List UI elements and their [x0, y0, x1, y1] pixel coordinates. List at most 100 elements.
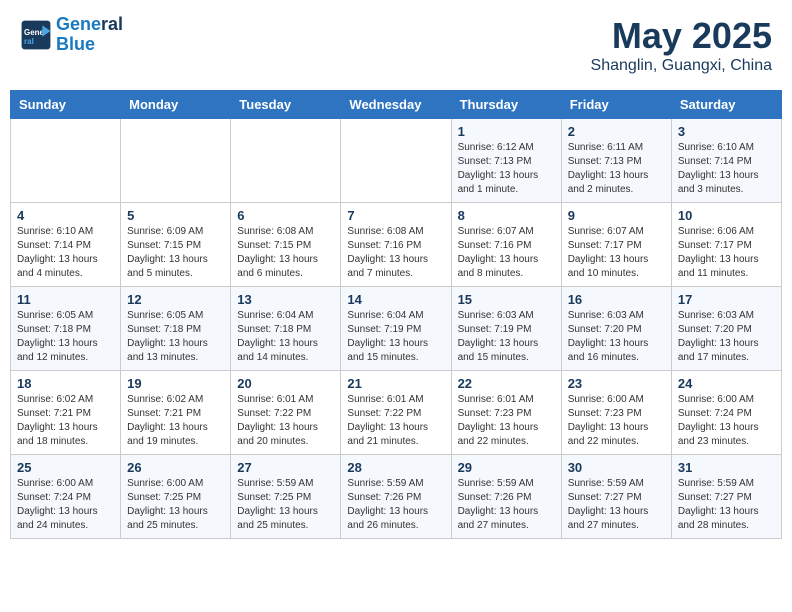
day-number: 3 [678, 124, 775, 139]
cell-text: Sunrise: 5:59 AM Sunset: 7:27 PM Dayligh… [568, 477, 665, 533]
day-number: 26 [127, 460, 224, 475]
calendar-week-row: 4 Sunrise: 6:10 AM Sunset: 7:14 PM Daylig… [11, 203, 782, 287]
day-number: 28 [347, 460, 444, 475]
cell-text: Sunrise: 6:12 AM Sunset: 7:13 PM Dayligh… [458, 141, 555, 197]
calendar-cell: 7 Sunrise: 6:08 AM Sunset: 7:16 PM Daylig… [341, 203, 451, 287]
location: Shanglin, Guangxi, China [591, 57, 772, 75]
calendar-cell: 5Sunrise: 6:09 AM Sunset: 7:15 PM Daylig… [121, 203, 231, 287]
calendar-cell: 3 Sunrise: 6:10 AM Sunset: 7:14 PM Daylig… [671, 119, 781, 203]
calendar-cell: 8 Sunrise: 6:07 AM Sunset: 7:16 PM Daylig… [451, 203, 561, 287]
day-number: 6 [237, 208, 334, 223]
cell-text: Sunrise: 5:59 AM Sunset: 7:26 PM Dayligh… [347, 477, 444, 533]
day-number: 20 [237, 376, 334, 391]
calendar-cell: 31 Sunrise: 5:59 AM Sunset: 7:27 PM Dayli… [671, 455, 781, 539]
calendar-cell: 27 Sunrise: 5:59 AM Sunset: 7:25 PM Dayli… [231, 455, 341, 539]
calendar-week-row: 11 Sunrise: 6:05 AM Sunset: 7:18 PM Dayli… [11, 287, 782, 371]
calendar-cell: 22Sunrise: 6:01 AM Sunset: 7:23 PM Dayli… [451, 371, 561, 455]
cell-text: Sunrise: 6:00 AM Sunset: 7:23 PM Dayligh… [568, 393, 665, 449]
cell-text: Sunrise: 6:10 AM Sunset: 7:14 PM Dayligh… [678, 141, 775, 197]
day-number: 27 [237, 460, 334, 475]
calendar-cell: 18Sunrise: 6:02 AM Sunset: 7:21 PM Dayli… [11, 371, 121, 455]
weekday-header-monday: Monday [121, 91, 231, 119]
day-number: 15 [458, 292, 555, 307]
calendar-cell [341, 119, 451, 203]
weekday-header-tuesday: Tuesday [231, 91, 341, 119]
cell-text: Sunrise: 6:03 AM Sunset: 7:20 PM Dayligh… [678, 309, 775, 365]
cell-text: Sunrise: 6:06 AM Sunset: 7:17 PM Dayligh… [678, 225, 775, 281]
day-number: 11 [17, 292, 114, 307]
day-number: 10 [678, 208, 775, 223]
cell-text: Sunrise: 6:01 AM Sunset: 7:22 PM Dayligh… [347, 393, 444, 449]
calendar-week-row: 25Sunrise: 6:00 AM Sunset: 7:24 PM Dayli… [11, 455, 782, 539]
day-number: 24 [678, 376, 775, 391]
calendar-cell [121, 119, 231, 203]
day-number: 23 [568, 376, 665, 391]
calendar-cell: 29Sunrise: 5:59 AM Sunset: 7:26 PM Dayli… [451, 455, 561, 539]
day-number: 13 [237, 292, 334, 307]
cell-text: Sunrise: 6:02 AM Sunset: 7:21 PM Dayligh… [127, 393, 224, 449]
cell-text: Sunrise: 6:03 AM Sunset: 7:19 PM Dayligh… [458, 309, 555, 365]
day-number: 17 [678, 292, 775, 307]
calendar-cell [231, 119, 341, 203]
cell-text: Sunrise: 5:59 AM Sunset: 7:26 PM Dayligh… [458, 477, 555, 533]
calendar-cell: 11 Sunrise: 6:05 AM Sunset: 7:18 PM Dayli… [11, 287, 121, 371]
cell-text: Sunrise: 6:09 AM Sunset: 7:15 PM Dayligh… [127, 225, 224, 281]
cell-text: Sunrise: 6:04 AM Sunset: 7:18 PM Dayligh… [237, 309, 334, 365]
calendar-cell: 17 Sunrise: 6:03 AM Sunset: 7:20 PM Dayli… [671, 287, 781, 371]
calendar-cell: 24Sunrise: 6:00 AM Sunset: 7:24 PM Dayli… [671, 371, 781, 455]
calendar-cell: 26Sunrise: 6:00 AM Sunset: 7:25 PM Dayli… [121, 455, 231, 539]
calendar-week-row: 1 Sunrise: 6:12 AM Sunset: 7:13 PM Daylig… [11, 119, 782, 203]
day-number: 30 [568, 460, 665, 475]
cell-text: Sunrise: 6:08 AM Sunset: 7:16 PM Dayligh… [347, 225, 444, 281]
calendar-cell: 19 Sunrise: 6:02 AM Sunset: 7:21 PM Dayli… [121, 371, 231, 455]
cell-text: Sunrise: 6:05 AM Sunset: 7:18 PM Dayligh… [127, 309, 224, 365]
cell-text: Sunrise: 6:08 AM Sunset: 7:15 PM Dayligh… [237, 225, 334, 281]
day-number: 22 [458, 376, 555, 391]
day-number: 31 [678, 460, 775, 475]
day-number: 1 [458, 124, 555, 139]
svg-text:ral: ral [24, 37, 34, 46]
weekday-header-saturday: Saturday [671, 91, 781, 119]
logo: Gene- ral GeneralBlue [20, 15, 123, 55]
calendar-cell: 20 Sunrise: 6:01 AM Sunset: 7:22 PM Dayli… [231, 371, 341, 455]
cell-text: Sunrise: 6:11 AM Sunset: 7:13 PM Dayligh… [568, 141, 665, 197]
cell-text: Sunrise: 6:03 AM Sunset: 7:20 PM Dayligh… [568, 309, 665, 365]
calendar-cell: 23 Sunrise: 6:00 AM Sunset: 7:23 PM Dayli… [561, 371, 671, 455]
day-number: 9 [568, 208, 665, 223]
cell-text: Sunrise: 6:04 AM Sunset: 7:19 PM Dayligh… [347, 309, 444, 365]
calendar-cell: 14 Sunrise: 6:04 AM Sunset: 7:19 PM Dayli… [341, 287, 451, 371]
title-section: May 2025 Shanglin, Guangxi, China [591, 15, 772, 75]
calendar-cell: 15 Sunrise: 6:03 AM Sunset: 7:19 PM Dayli… [451, 287, 561, 371]
cell-text: Sunrise: 6:10 AM Sunset: 7:14 PM Dayligh… [17, 225, 114, 281]
cell-text: Sunrise: 6:07 AM Sunset: 7:16 PM Dayligh… [458, 225, 555, 281]
day-number: 8 [458, 208, 555, 223]
day-number: 7 [347, 208, 444, 223]
calendar-cell: 4 Sunrise: 6:10 AM Sunset: 7:14 PM Daylig… [11, 203, 121, 287]
calendar-cell: 28 Sunrise: 5:59 AM Sunset: 7:26 PM Dayli… [341, 455, 451, 539]
weekday-header-wednesday: Wednesday [341, 91, 451, 119]
month-title: May 2025 [591, 15, 772, 57]
calendar-cell [11, 119, 121, 203]
day-number: 18 [17, 376, 114, 391]
day-number: 2 [568, 124, 665, 139]
calendar-cell: 25Sunrise: 6:00 AM Sunset: 7:24 PM Dayli… [11, 455, 121, 539]
day-number: 19 [127, 376, 224, 391]
logo-text: GeneralBlue [56, 15, 123, 55]
weekday-header-friday: Friday [561, 91, 671, 119]
cell-text: Sunrise: 6:05 AM Sunset: 7:18 PM Dayligh… [17, 309, 114, 365]
day-number: 12 [127, 292, 224, 307]
calendar-cell: 30 Sunrise: 5:59 AM Sunset: 7:27 PM Dayli… [561, 455, 671, 539]
day-number: 21 [347, 376, 444, 391]
weekday-header-thursday: Thursday [451, 91, 561, 119]
calendar-cell: 6 Sunrise: 6:08 AM Sunset: 7:15 PM Daylig… [231, 203, 341, 287]
cell-text: Sunrise: 6:01 AM Sunset: 7:22 PM Dayligh… [237, 393, 334, 449]
day-number: 4 [17, 208, 114, 223]
calendar-cell: 16Sunrise: 6:03 AM Sunset: 7:20 PM Dayli… [561, 287, 671, 371]
weekday-header-sunday: Sunday [11, 91, 121, 119]
logo-icon: Gene- ral [20, 19, 52, 51]
calendar-cell: 21 Sunrise: 6:01 AM Sunset: 7:22 PM Dayli… [341, 371, 451, 455]
cell-text: Sunrise: 5:59 AM Sunset: 7:25 PM Dayligh… [237, 477, 334, 533]
cell-text: Sunrise: 6:00 AM Sunset: 7:24 PM Dayligh… [17, 477, 114, 533]
cell-text: Sunrise: 5:59 AM Sunset: 7:27 PM Dayligh… [678, 477, 775, 533]
day-number: 14 [347, 292, 444, 307]
